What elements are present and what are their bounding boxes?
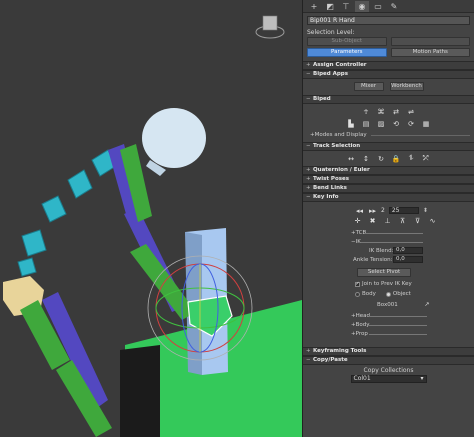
rollout-track-selection[interactable]: − Track Selection bbox=[303, 142, 474, 151]
selection-level-label: Selection Level: bbox=[307, 29, 355, 36]
head-toggle[interactable]: +Head bbox=[351, 313, 370, 319]
rollout-twist-poses[interactable]: + Twist Poses bbox=[303, 175, 474, 184]
body-sub-toggle[interactable]: +Body bbox=[351, 322, 370, 328]
rollout-assign-controller[interactable]: + Assign Controller bbox=[303, 61, 474, 70]
rollout-bend-links[interactable]: + Bend Links bbox=[303, 184, 474, 193]
body-radio[interactable]: Body bbox=[355, 291, 376, 297]
opposite-icon[interactable]: ⤱ bbox=[422, 154, 431, 163]
frame-field[interactable]: 25 bbox=[388, 207, 419, 214]
rollout-biped[interactable]: − Biped bbox=[303, 95, 474, 104]
ik-object-name: Box001 bbox=[377, 302, 398, 308]
ik-toggle[interactable]: −IK bbox=[351, 239, 361, 245]
motion-paths-button[interactable]: Motion Paths bbox=[390, 48, 470, 57]
join-prev-ik-checkbox[interactable]: ✓ bbox=[355, 281, 360, 287]
save-file-icon[interactable]: ▤ bbox=[362, 119, 371, 128]
load-file-icon[interactable]: ▙ bbox=[347, 119, 356, 128]
mixer-button[interactable]: Mixer bbox=[353, 82, 384, 91]
object-radio[interactable]: Object bbox=[385, 291, 411, 297]
sub-object-dropdown[interactable] bbox=[390, 37, 470, 46]
view-cube-icon bbox=[255, 15, 285, 39]
rollout-keyframing-tools[interactable]: + Keyframing Tools bbox=[303, 347, 474, 356]
modes-display-toggle[interactable]: + Modes and Display bbox=[303, 131, 474, 139]
set-key-icon[interactable]: ✛ bbox=[353, 216, 362, 225]
buffer-icon[interactable]: ▦ bbox=[422, 119, 431, 128]
join-prev-ik-row[interactable]: ✓ Join to Prev IK Key bbox=[355, 281, 412, 287]
next-key-icon[interactable]: ▸▸ bbox=[368, 206, 377, 215]
track-selection-icons: ↔ ↕ ↻ 🔒 ⥮ ⤱ bbox=[303, 154, 474, 163]
select-pivot-button[interactable]: Select Pivot bbox=[357, 268, 411, 277]
frame-spinner-icon[interactable]: ⬍ bbox=[423, 207, 428, 214]
symmetrical-icon[interactable]: ⥮ bbox=[407, 154, 416, 163]
rollout-biped-apps[interactable]: − Biped Apps bbox=[303, 70, 474, 79]
key-info-content: ◂◂ ▸▸ 2 25 ⬍ ✛ ✖ ⊥ ⊼ ⊽ ∿ +TCB −IK IK Ble… bbox=[303, 202, 474, 347]
delete-key-icon[interactable]: ✖ bbox=[368, 216, 377, 225]
command-panel-tabs: + ◩ ⊤ ◉ ▭ ✎ bbox=[303, 0, 474, 13]
tcb-toggle[interactable]: +TCB bbox=[351, 230, 366, 236]
rollout-quaternion-euler[interactable]: + Quaternion / Euler bbox=[303, 166, 474, 175]
convert-icon[interactable]: ⟲ bbox=[392, 119, 401, 128]
object-name-input[interactable] bbox=[310, 17, 460, 24]
move-all-icon[interactable]: ⟳ bbox=[407, 119, 416, 128]
utilities-icon[interactable]: ✎ bbox=[387, 1, 401, 12]
prop-toggle[interactable]: +Prop bbox=[351, 331, 368, 337]
hierarchy-icon[interactable]: ⊤ bbox=[339, 1, 353, 12]
prev-key-icon[interactable]: ◂◂ bbox=[355, 206, 364, 215]
sub-object-button[interactable]: Sub-Object bbox=[307, 37, 387, 46]
body-horizontal-icon[interactable]: ↔ bbox=[347, 154, 356, 163]
trajectory-icon[interactable]: ∿ bbox=[428, 216, 437, 225]
ik-blend-field[interactable]: 0,0 bbox=[393, 247, 423, 254]
set-sliding-key-icon[interactable]: ⊼ bbox=[398, 216, 407, 225]
set-planted-key-icon[interactable]: ⊥ bbox=[383, 216, 392, 225]
create-icon[interactable]: + bbox=[307, 1, 321, 12]
collection-dropdown[interactable]: Col01 ▾ bbox=[350, 375, 427, 383]
copy-collections-label: Copy Collections bbox=[363, 367, 414, 374]
lock-com-icon[interactable]: 🔒 bbox=[392, 154, 401, 163]
figure-mode-icon[interactable]: ☥ bbox=[362, 107, 371, 116]
workbench-button[interactable]: Workbench bbox=[389, 82, 424, 91]
rollout-copy-paste[interactable]: − Copy/Paste bbox=[303, 356, 474, 365]
body-rotation-icon[interactable]: ↻ bbox=[377, 154, 386, 163]
key-number[interactable]: 2 bbox=[381, 207, 385, 214]
pick-object-icon[interactable]: ↗ bbox=[423, 301, 431, 308]
command-panel: + ◩ ⊤ ◉ ▭ ✎ Selection Level: Sub-Object … bbox=[302, 0, 474, 437]
load-motion-icon[interactable]: ▨ bbox=[377, 119, 386, 128]
motion-icon[interactable]: ◉ bbox=[355, 0, 369, 12]
rollout-key-info[interactable]: − Key Info bbox=[303, 193, 474, 202]
viewport-scene bbox=[3, 15, 302, 437]
display-icon[interactable]: ▭ bbox=[371, 1, 385, 12]
head bbox=[142, 108, 206, 168]
modify-icon[interactable]: ◩ bbox=[323, 1, 337, 12]
motion-flow-icon[interactable]: ⇄ bbox=[392, 107, 401, 116]
key-tool-icons: ✛ ✖ ⊥ ⊼ ⊽ ∿ bbox=[353, 216, 437, 225]
chevron-down-icon: ▾ bbox=[420, 375, 424, 382]
parameters-button[interactable]: Parameters bbox=[307, 48, 387, 57]
ik-blend-label: IK Blend: bbox=[369, 248, 394, 254]
object-name-field[interactable] bbox=[307, 16, 470, 25]
spine-chain bbox=[17, 149, 117, 277]
biped-mode-icons-row2: ▙ ▤ ▨ ⟲ ⟳ ▦ bbox=[303, 119, 474, 128]
mixer-mode-icon[interactable]: ⇌ bbox=[407, 107, 416, 116]
set-free-key-icon[interactable]: ⊽ bbox=[413, 216, 422, 225]
ankle-tension-field[interactable]: 0,0 bbox=[393, 256, 423, 263]
biped-mode-icons-row1: ☥ ⌘ ⇄ ⇌ bbox=[303, 107, 474, 116]
ankle-tension-label: Ankle Tension: bbox=[353, 257, 393, 263]
body-vertical-icon[interactable]: ↕ bbox=[362, 154, 371, 163]
footstep-mode-icon[interactable]: ⌘ bbox=[377, 107, 386, 116]
viewport-3d[interactable] bbox=[0, 0, 302, 437]
dark-block bbox=[120, 345, 160, 437]
